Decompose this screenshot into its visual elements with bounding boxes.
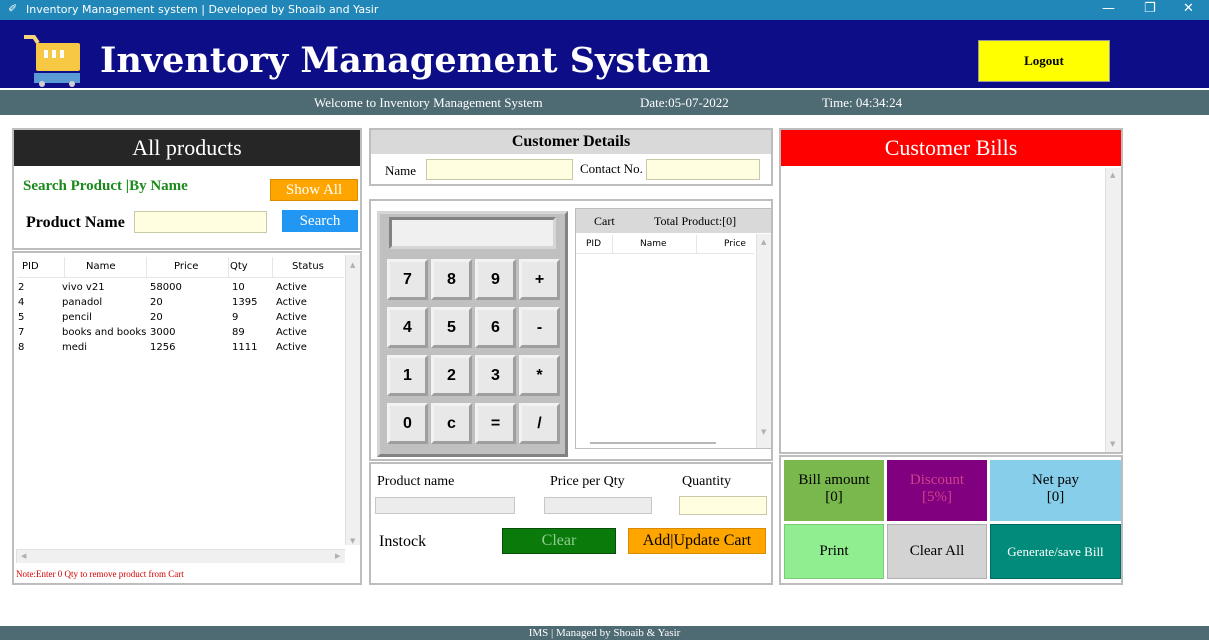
- instock-label: Instock: [379, 533, 427, 550]
- search-heading: Search Product |By Name: [23, 178, 188, 194]
- logout-button[interactable]: Logout: [978, 40, 1110, 82]
- calc-key-4[interactable]: 4: [387, 307, 428, 348]
- calc-key-divide[interactable]: /: [519, 403, 560, 444]
- window-title-bar: ✐ Inventory Management system | Develope…: [0, 0, 1209, 20]
- price-per-qty-label: Price per Qty: [550, 474, 625, 489]
- product-name-input[interactable]: [134, 211, 267, 233]
- generate-save-bill-button[interactable]: Generate/save Bill: [990, 524, 1121, 579]
- restore-icon[interactable]: ❐: [1144, 1, 1156, 16]
- close-icon[interactable]: ✕: [1183, 1, 1194, 16]
- calc-key-6[interactable]: 6: [475, 307, 516, 348]
- calc-key-minus[interactable]: -: [519, 307, 560, 348]
- calc-key-1[interactable]: 1: [387, 355, 428, 396]
- all-products-title: All products: [14, 130, 360, 166]
- cart-title: Cart: [594, 214, 615, 228]
- search-button[interactable]: Search: [282, 210, 358, 232]
- calculator-display[interactable]: [389, 217, 556, 249]
- discount-label: Discount: [909, 472, 965, 488]
- calc-key-9[interactable]: 9: [475, 259, 516, 300]
- bill-amount-value: [0]: [825, 489, 843, 505]
- customer-details-title: Customer Details: [371, 130, 771, 154]
- calc-key-3[interactable]: 3: [475, 355, 516, 396]
- bill-amount-label: Bill amount: [798, 472, 870, 488]
- net-pay-value: [0]: [1046, 489, 1065, 505]
- product-table-header: PID Name Price Qty Status: [16, 261, 345, 275]
- clear-all-button[interactable]: Clear All: [887, 524, 987, 579]
- product-list-panel: PID Name Price Qty Status 2 vivo v21 580…: [12, 251, 362, 585]
- col-price: Price: [174, 261, 199, 272]
- bill-actions-panel: Bill amount [0] Discount [5%] Net pay [0…: [779, 455, 1123, 585]
- col-pid: PID: [22, 261, 39, 272]
- product-name-entry-field[interactable]: [375, 497, 515, 514]
- net-pay-label: Net pay: [1031, 472, 1080, 488]
- date-text: Date:05-07-2022: [640, 95, 729, 110]
- app-title: Inventory Management System: [100, 40, 711, 81]
- calc-key-equals[interactable]: =: [475, 403, 516, 444]
- col-qty: Qty: [230, 261, 248, 272]
- col-status: Status: [292, 261, 324, 272]
- cart-panel: Cart Total Product:[0] PID Name Price ▲ …: [575, 208, 772, 449]
- time-text: Time: 04:34:24: [822, 95, 903, 110]
- shopping-cart-icon: [24, 35, 80, 87]
- footer: IMS | Managed by Shoaib & Yasir: [0, 626, 1209, 640]
- print-button[interactable]: Print: [784, 524, 884, 579]
- qty-note: Note:Enter 0 Qty to remove product from …: [16, 569, 184, 579]
- customer-name-input[interactable]: [426, 159, 573, 180]
- add-update-cart-button[interactable]: Add|Update Cart: [628, 528, 766, 554]
- quantity-input[interactable]: [679, 496, 767, 515]
- window-title: Inventory Management system | Developed …: [26, 3, 379, 16]
- product-name-label: Product Name: [26, 214, 125, 231]
- product-name-entry-label: Product name: [377, 474, 455, 489]
- footer-text: IMS | Managed by Shoaib & Yasir: [528, 627, 681, 639]
- cart-header: Cart Total Product:[0]: [576, 209, 771, 233]
- calc-key-7[interactable]: 7: [387, 259, 428, 300]
- discount-value: [5%]: [922, 489, 952, 505]
- contact-label: Contact No.: [580, 161, 643, 176]
- bill-vscrollbar[interactable]: ▲ ▼: [1105, 168, 1121, 452]
- minimize-icon[interactable]: —: [1102, 1, 1115, 16]
- contact-input[interactable]: [646, 159, 760, 180]
- welcome-text: Welcome to Inventory Management System: [314, 95, 543, 110]
- product-table[interactable]: PID Name Price Qty Status 2 vivo v21 580…: [16, 255, 345, 547]
- show-all-button[interactable]: Show All: [270, 179, 358, 201]
- discount-box: Discount [5%]: [887, 460, 987, 521]
- bill-text-area[interactable]: [783, 168, 1103, 452]
- product-search-panel: All products Search Product |By Name Sho…: [12, 128, 362, 250]
- customer-bills-panel: Customer Bills ▲ ▼: [779, 128, 1123, 454]
- net-pay-box: Net pay [0]: [990, 460, 1121, 521]
- customer-bills-title: Customer Bills: [781, 130, 1121, 166]
- product-entry-panel: Product name Price per Qty Quantity Inst…: [369, 462, 773, 585]
- welcome-strip: Welcome to Inventory Management System D…: [0, 90, 1209, 115]
- customer-details-panel: Customer Details Name Contact No.: [369, 128, 773, 186]
- bill-amount-box: Bill amount [0]: [784, 460, 884, 521]
- calc-key-5[interactable]: 5: [431, 307, 472, 348]
- col-name: Name: [86, 261, 116, 272]
- cart-vscrollbar[interactable]: ▲ ▼: [756, 234, 771, 448]
- product-table-hscrollbar[interactable]: ◀ ▶: [16, 549, 345, 563]
- quantity-label: Quantity: [682, 474, 731, 489]
- cart-table[interactable]: [578, 255, 754, 435]
- calc-key-8[interactable]: 8: [431, 259, 472, 300]
- app-feather-icon: ✐: [8, 2, 18, 15]
- calc-key-2[interactable]: 2: [431, 355, 472, 396]
- calc-key-clear[interactable]: c: [431, 403, 472, 444]
- calc-key-multiply[interactable]: *: [519, 355, 560, 396]
- cart-total: Total Product:[0]: [654, 214, 737, 228]
- cart-hscrollbar[interactable]: [590, 442, 716, 444]
- product-table-vscrollbar[interactable]: ▲ ▼: [345, 255, 360, 545]
- cart-col-pid: PID: [586, 239, 602, 249]
- price-per-qty-field[interactable]: [544, 497, 652, 514]
- cart-col-price: Price: [724, 239, 746, 249]
- calc-key-0[interactable]: 0: [387, 403, 428, 444]
- calc-cart-panel: 7 8 9 + 4 5 6 - 1 2 3 * 0 c = / Cart Tot…: [369, 199, 773, 461]
- cart-col-name: Name: [640, 239, 667, 249]
- calc-key-plus[interactable]: +: [519, 259, 560, 300]
- clear-button[interactable]: Clear: [502, 528, 616, 554]
- customer-name-label: Name: [385, 163, 417, 178]
